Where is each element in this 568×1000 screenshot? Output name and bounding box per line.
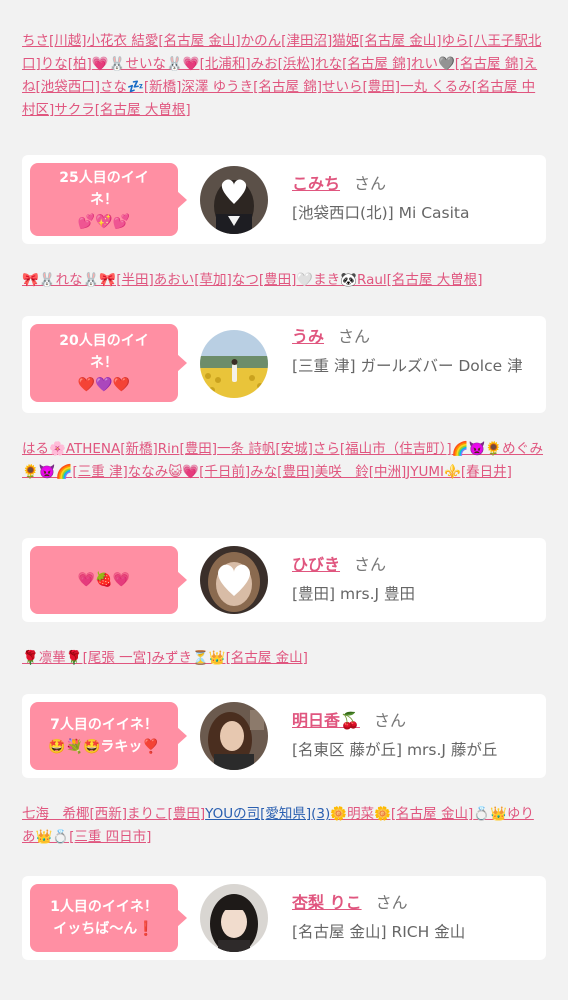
like-card: 7人目のイイネ！ 🤩💐🤩ラキッ❣️ 明日香🍒 さん [名東区 藤が丘] mrs.J… — [22, 694, 546, 778]
honorific: さん — [354, 555, 387, 574]
bubble-text: ネ！ — [90, 355, 118, 371]
like-count-bubble: 1人目のイイネ！ イッちば〜ん❗ — [30, 884, 187, 952]
like-count-bubble: 25人目のイイ ネ！ 💕💖💕 — [30, 163, 187, 236]
shop-name[interactable]: [名東区 藤が丘] mrs.J 藤が丘 — [292, 738, 536, 763]
like-count-bubble: 20人目のイイ ネ！ ❤️💜❤️ — [30, 324, 187, 402]
liker-link[interactable]: りな[柏] — [41, 56, 92, 72]
shop-name[interactable]: [豊田] mrs.J 豊田 — [292, 582, 536, 607]
liker-link[interactable]: ちさ[川越] — [22, 33, 87, 49]
liker-link[interactable]: なつ[豊田] — [232, 272, 297, 288]
liker-link[interactable]: 🎀🐰れな🐰🎀[半田] — [22, 272, 154, 288]
likers-list-2: 🎀🐰れな🐰🎀[半田]あおい[草加]なつ[豊田]🤍まき🐼Raul[名古屋 大曽根] — [22, 269, 546, 292]
like-card: 1人目のイイネ！ イッちば〜ん❗ 杏梨 りこ さん [名古屋 金山] RICH 金… — [22, 876, 546, 960]
liker-link[interactable]: 🌼明菜🌼[名古屋 金山] — [330, 806, 473, 822]
bubble-text: 1人目のイイネ！ — [50, 899, 158, 915]
liker-link[interactable]: れい🩶[名古屋 錦] — [411, 56, 524, 72]
liker-link[interactable]: 🤍まき🐼 — [296, 272, 357, 288]
liker-link[interactable]: JYUMI⚜️[春日井] — [406, 464, 512, 480]
liker-link[interactable]: せいら[豊田] — [322, 79, 400, 95]
page: ちさ[川越]小花衣 結愛[名古屋 金山]かのん[津田沼]猫姫[名古屋 金山]ゆら… — [0, 0, 568, 1000]
liker-link[interactable]: れな[名古屋 錦] — [315, 56, 411, 72]
bubble-text: イッちば〜ん❗ — [53, 921, 155, 937]
liker-link[interactable]: みずき⏳👑[名古屋 金山] — [151, 650, 307, 666]
avatar[interactable] — [200, 166, 268, 234]
bubble-text: ネ！ — [90, 191, 118, 208]
bubble-text: 20人目のイイ — [59, 333, 149, 349]
shop-name[interactable]: [名古屋 金山] RICH 金山 — [292, 920, 536, 945]
user-name-link[interactable]: 杏梨 りこ — [292, 893, 362, 912]
bubble-emoji: ❤️💜❤️ — [77, 377, 131, 393]
shop-name[interactable]: [池袋西口(北)] Mi Casita — [292, 201, 536, 226]
like-card: 💗🍓💗 ひびき さん [豊田] mrs.J 豊田 — [22, 538, 546, 622]
liker-link[interactable]: ななみ😺💗[千日前] — [128, 464, 250, 480]
avatar[interactable] — [200, 884, 268, 952]
avatar[interactable] — [200, 702, 268, 770]
liker-link[interactable]: 美咲 鈴[中洲] — [315, 464, 407, 480]
bubble-emoji: 💗🍓💗 — [77, 572, 131, 588]
honorific: さん — [354, 174, 387, 193]
honorific: さん — [338, 327, 371, 346]
liker-link[interactable]: あおい[草加] — [154, 272, 232, 288]
like-count-bubble: 7人目のイイネ！ 🤩💐🤩ラキッ❣️ — [30, 702, 187, 770]
liker-link[interactable]: 一条 詩帆[安城] — [217, 441, 313, 457]
liker-link[interactable]: Rin[豊田] — [158, 441, 217, 457]
liker-link[interactable]: はる🌸ATHENA[新橋] — [22, 441, 158, 457]
liker-link[interactable]: さな💤[新橋] — [100, 79, 181, 95]
like-card: 20人目のイイ ネ！ ❤️💜❤️ うみ さん [三重 津] ガールズバー Dolc… — [22, 316, 546, 413]
bubble-text: 🤩💐🤩ラキッ❣️ — [48, 739, 160, 755]
user-name-link[interactable]: こみち — [292, 174, 340, 193]
like-count-bubble: 💗🍓💗 — [30, 546, 187, 614]
liker-link[interactable]: 深澤 ゆうき[名古屋 錦] — [181, 79, 322, 95]
liker-link[interactable]: 💗🐰せいな🐰💗[北浦和] — [92, 56, 251, 72]
user-name-link[interactable]: ひびき — [292, 555, 340, 574]
liker-link[interactable]: YOUの司[愛知県](3) — [205, 806, 330, 822]
liker-link[interactable]: 小花衣 結愛[名古屋 金山] — [87, 33, 241, 49]
liker-link[interactable]: Raul[名古屋 大曽根] — [357, 272, 483, 288]
like-card: 25人目のイイ ネ！ 💕💖💕 こみち さん [池袋西口(北)] Mi Casita — [22, 155, 546, 244]
liker-link[interactable]: みお[浜松] — [251, 56, 316, 72]
likers-list-4: 🌹凛華🌹[尾張 一宮]みずき⏳👑[名古屋 金山] — [22, 647, 546, 670]
honorific: さん — [373, 711, 406, 730]
liker-link[interactable]: みな[豊田] — [250, 464, 315, 480]
avatar[interactable] — [200, 546, 268, 614]
liker-link[interactable]: サクラ[名古屋 大曽根] — [54, 102, 190, 118]
bubble-text: 25人目のイイ — [59, 169, 149, 186]
liker-link[interactable]: 猫姫[名古屋 金山] — [332, 33, 441, 49]
shop-name[interactable]: [三重 津] ガールズバー Dolce 津 — [292, 354, 536, 379]
liker-link[interactable]: かのん[津田沼] — [241, 33, 333, 49]
liker-link[interactable]: さら[福山市（住吉町）] — [313, 441, 452, 457]
bubble-emoji: 💕💖💕 — [77, 213, 131, 230]
likers-list-1: ちさ[川越]小花衣 結愛[名古屋 金山]かのん[津田沼]猫姫[名古屋 金山]ゆら… — [22, 30, 546, 122]
likers-list-5: 七海 希椰[西新]まりこ[豊田]YOUの司[愛知県](3)🌼明菜🌼[名古屋 金山… — [22, 803, 546, 849]
avatar[interactable] — [200, 330, 268, 398]
bubble-text: 7人目のイイネ！ — [50, 717, 158, 733]
liker-link[interactable]: 七海 希椰[西新] — [22, 806, 127, 822]
likers-list-3: はる🌸ATHENA[新橋]Rin[豊田]一条 詩帆[安城]さら[福山市（住吉町）… — [22, 438, 546, 484]
user-name-link[interactable]: 明日香🍒 — [292, 711, 360, 730]
honorific: さん — [375, 893, 408, 912]
user-name-link[interactable]: うみ — [292, 327, 324, 346]
liker-link[interactable]: 🌹凛華🌹[尾張 一宮] — [22, 650, 151, 666]
liker-link[interactable]: まりこ[豊田] — [127, 806, 205, 822]
